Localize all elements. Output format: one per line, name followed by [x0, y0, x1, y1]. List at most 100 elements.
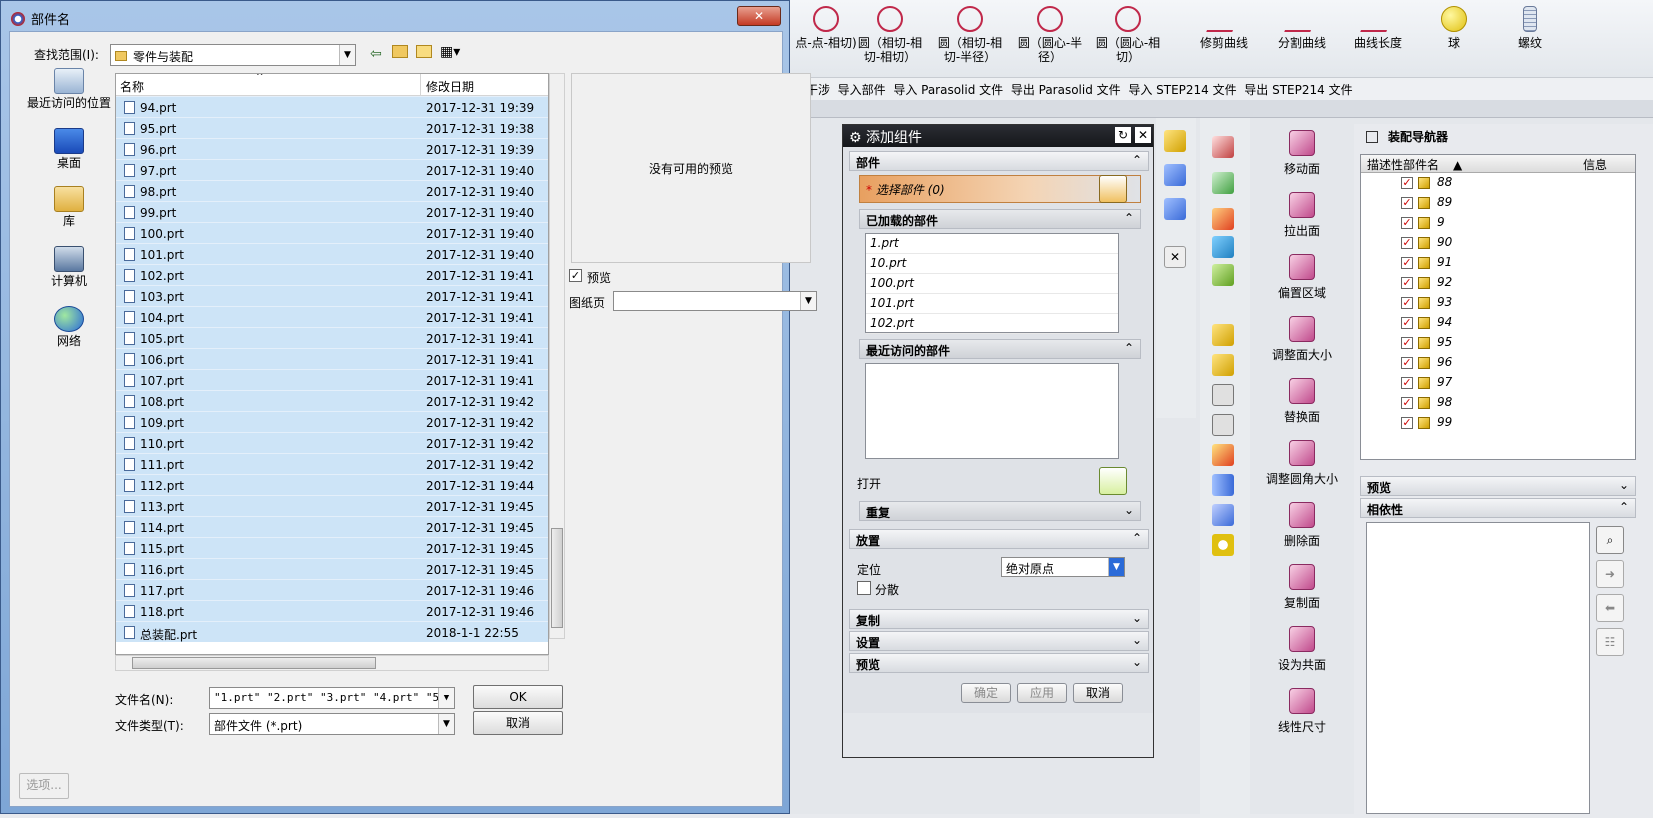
resize-face-button[interactable]: 调整面大小	[1254, 316, 1350, 363]
move-component-icon[interactable]	[1164, 164, 1186, 186]
file-row[interactable]: 118.prt 2017-12-31 19:46	[116, 600, 548, 621]
check-icon[interactable]: ✓	[1401, 397, 1413, 409]
arrow-left-icon[interactable]: ⬅	[1596, 594, 1624, 622]
file-row[interactable]: 109.prt 2017-12-31 19:42	[116, 411, 548, 432]
tree-row[interactable]: ✓ 91	[1361, 253, 1635, 273]
dialog-cancel-button[interactable]: 取消	[473, 711, 563, 735]
back-icon[interactable]: ⇦	[370, 46, 382, 62]
check-icon[interactable]: ✓	[1401, 197, 1413, 209]
pull-face-button[interactable]: 拉出面	[1254, 192, 1350, 239]
grid-tool-icon[interactable]	[1212, 264, 1234, 286]
section-preview[interactable]: 预览 ⌄	[849, 653, 1149, 673]
navigator-preview-header[interactable]: 预览 ⌄	[1360, 476, 1636, 496]
column-date[interactable]: 修改日期	[426, 78, 474, 95]
file-row[interactable]: 94.prt 2017-12-31 19:39	[116, 96, 548, 117]
list-item[interactable]: 102.prt	[866, 314, 1118, 334]
tree-row[interactable]: ✓ 95	[1361, 333, 1635, 353]
file-row[interactable]: 113.prt 2017-12-31 19:45	[116, 495, 548, 516]
file-row[interactable]: 95.prt 2017-12-31 19:38	[116, 117, 548, 138]
recent-parts-header[interactable]: 最近访问的部件 ⌃	[859, 339, 1141, 359]
scatter-checkbox[interactable]	[857, 581, 871, 595]
check-icon[interactable]: ✓	[1401, 337, 1413, 349]
list-item[interactable]: 101.prt	[866, 294, 1118, 314]
curve-tool-icon[interactable]	[1212, 136, 1234, 158]
position-select[interactable]: 绝对原点 ▼	[1001, 557, 1125, 577]
measure-tool-icon[interactable]	[1212, 444, 1234, 466]
view-menu-icon[interactable]: ▦▾	[440, 44, 460, 60]
check-icon[interactable]: ✓	[1401, 297, 1413, 309]
confirm-button[interactable]: 确定	[961, 683, 1011, 703]
move-face-button[interactable]: 移动面	[1254, 130, 1350, 177]
navigator-dependency-header[interactable]: 相依性 ⌃	[1360, 498, 1636, 518]
sketch-tool-icon[interactable]	[1212, 384, 1234, 406]
toolbar-curve-length-button[interactable]: 曲线长度	[1342, 6, 1414, 50]
section-part[interactable]: 部件 ⌃	[849, 151, 1149, 171]
navigator-tree[interactable]: 描述性部件名 ▲ 信息 ✓ 88 ✓ 89 ✓ 9 ✓ 90 ✓ 91 ✓ 92 ✓ 93 ✓ 94…	[1360, 154, 1636, 460]
linear-dimension-button[interactable]: 线性尺寸	[1254, 688, 1350, 735]
file-list[interactable]: 名称 ^ 修改日期 94.prt 2017-12-31 19:39 95.prt 20…	[115, 73, 549, 655]
toolbar-trim-curve-button[interactable]: 修剪曲线	[1188, 6, 1260, 50]
file-row[interactable]: 106.prt 2017-12-31 19:41	[116, 348, 548, 369]
ok-button[interactable]: OK	[473, 685, 563, 709]
close-icon[interactable]: ✕	[1135, 127, 1151, 143]
list-item[interactable]: 10.prt	[866, 254, 1118, 274]
repeat-header[interactable]: 重复 ⌄	[859, 501, 1141, 521]
file-row[interactable]: 101.prt 2017-12-31 19:40	[116, 243, 548, 264]
place-computer[interactable]: 计算机	[24, 246, 114, 288]
sheet-select[interactable]: ▼	[613, 291, 817, 311]
dependency-list[interactable]	[1366, 522, 1590, 814]
toolbar-circle-tangent-button[interactable]: 圆（相切-相切-相切）	[854, 6, 926, 64]
magnifier-icon[interactable]: ⌕	[1596, 526, 1624, 554]
check-icon[interactable]: ✓	[1401, 217, 1413, 229]
remove-icon[interactable]: ✕	[1164, 246, 1186, 268]
tree-row[interactable]: ✓ 96	[1361, 353, 1635, 373]
tree-row[interactable]: ✓ 9	[1361, 213, 1635, 233]
cmd-export-parasolid[interactable]: 导出 Parasolid 文件	[1011, 83, 1121, 97]
cmd-import-parasolid[interactable]: 导入 Parasolid 文件	[893, 83, 1003, 97]
cmd-import-step214[interactable]: 导入 STEP214 文件	[1128, 83, 1236, 97]
file-row[interactable]: 102.prt 2017-12-31 19:41	[116, 264, 548, 285]
make-coplanar-button[interactable]: 设为共面	[1254, 626, 1350, 673]
file-row[interactable]: 98.prt 2017-12-31 19:40	[116, 180, 548, 201]
check-icon[interactable]: ✓	[1401, 417, 1413, 429]
column-name[interactable]: 名称	[120, 78, 144, 95]
lookin-select[interactable]: 零件与装配 ▼	[110, 44, 356, 66]
replace-face-button[interactable]: 替换面	[1254, 378, 1350, 425]
check-icon[interactable]: ✓	[1401, 277, 1413, 289]
checkbox-icon[interactable]	[1366, 131, 1378, 143]
section-copy[interactable]: 复制 ⌄	[849, 609, 1149, 629]
options-button[interactable]: 选项...	[19, 773, 69, 799]
file-row[interactable]: 116.prt 2017-12-31 19:45	[116, 558, 548, 579]
apply-button[interactable]: 应用	[1017, 683, 1067, 703]
reset-icon[interactable]: ↻	[1115, 127, 1131, 143]
file-row[interactable]: 100.prt 2017-12-31 19:40	[116, 222, 548, 243]
file-row[interactable]: 110.prt 2017-12-31 19:42	[116, 432, 548, 453]
file-row[interactable]: 96.prt 2017-12-31 19:39	[116, 138, 548, 159]
place-recent[interactable]: 最近访问的位置	[24, 68, 114, 110]
file-row[interactable]: 107.prt 2017-12-31 19:41	[116, 369, 548, 390]
resize-blend-button[interactable]: 调整圆角大小	[1254, 440, 1350, 487]
tree-row[interactable]: ✓ 90	[1361, 233, 1635, 253]
check-icon[interactable]: ✓	[1401, 237, 1413, 249]
file-row[interactable]: 97.prt 2017-12-31 19:40	[116, 159, 548, 180]
toolbar-thread-button[interactable]: 螺纹	[1494, 6, 1566, 50]
constraint-icon[interactable]	[1164, 198, 1186, 220]
add-component-icon[interactable]	[1164, 130, 1186, 152]
recent-parts-list[interactable]	[865, 363, 1119, 459]
cylinder-tool-icon[interactable]	[1212, 474, 1234, 496]
tree-row[interactable]: ✓ 97	[1361, 373, 1635, 393]
dialog-close-button[interactable]: ✕	[737, 6, 781, 26]
check-icon[interactable]: ✓	[1401, 377, 1413, 389]
vscroll-thumb[interactable]	[551, 528, 563, 628]
tree-row[interactable]: ✓ 89	[1361, 193, 1635, 213]
arrow-right-icon[interactable]: ➜	[1596, 560, 1624, 588]
up-folder-icon[interactable]	[392, 45, 408, 58]
new-folder-icon[interactable]	[416, 45, 432, 58]
select-part-cube-icon[interactable]	[1099, 175, 1127, 203]
tree-view-icon[interactable]: ☷	[1596, 628, 1624, 656]
cancel-button[interactable]: 取消	[1073, 683, 1123, 703]
tree-row[interactable]: ✓ 92	[1361, 273, 1635, 293]
toolbar-sphere-button[interactable]: 球	[1418, 6, 1490, 50]
gear-icon[interactable]: ⚙	[849, 130, 862, 146]
toolbar-circle-center-radius-button[interactable]: 圆（圆心-半径）	[1014, 6, 1086, 64]
